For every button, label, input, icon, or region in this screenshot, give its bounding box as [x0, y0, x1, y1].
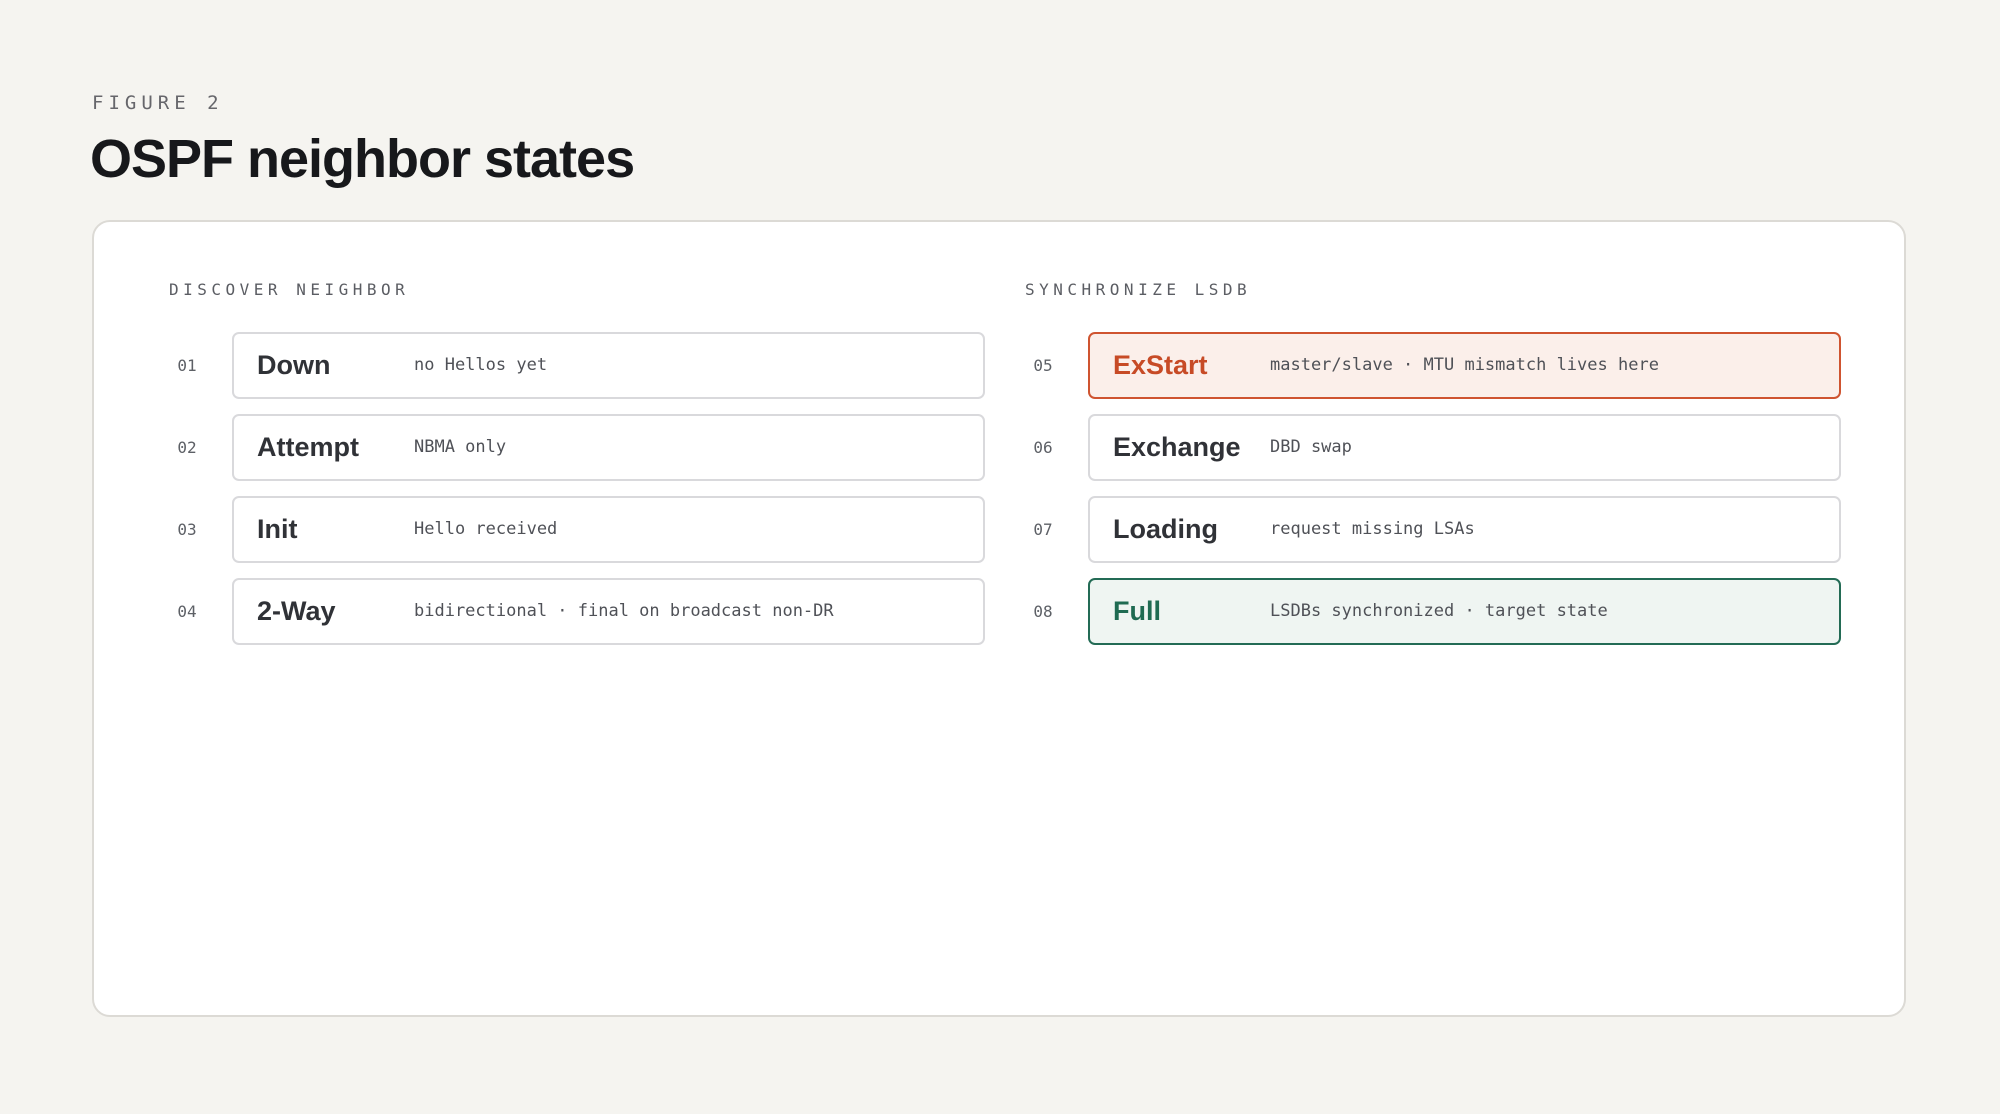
state-name: Exchange — [1113, 432, 1241, 462]
state-description: request missing LSAs — [1270, 519, 1475, 539]
state-box-loading: Loading request missing LSAs — [1088, 496, 1841, 563]
state-row-loading: 07 Loading request missing LSAs — [1025, 496, 1851, 563]
state-row-init: 03 Init Hello received — [169, 496, 995, 563]
state-number: 02 — [177, 438, 197, 457]
state-row-full: 08 Full LSDBs synchronized · target stat… — [1025, 578, 1851, 645]
state-number: 05 — [1033, 356, 1053, 375]
figure-title: OSPF neighbor states — [90, 129, 635, 189]
state-row-exchange: 06 Exchange DBD swap — [1025, 414, 1851, 481]
state-number: 07 — [1033, 520, 1053, 539]
state-number: 01 — [177, 356, 197, 375]
figure-label: FIGURE 2 — [92, 92, 224, 114]
state-row-2-way: 04 2-Way bidirectional · final on broadc… — [169, 578, 995, 645]
state-box-2-way: 2-Way bidirectional · final on broadcast… — [232, 578, 985, 645]
state-box-exchange: Exchange DBD swap — [1088, 414, 1841, 481]
state-box-attempt: Attempt NBMA only — [232, 414, 985, 481]
state-number: 08 — [1033, 602, 1053, 621]
state-box-down: Down no Hellos yet — [232, 332, 985, 399]
state-name: Init — [257, 514, 298, 544]
state-box-init: Init Hello received — [232, 496, 985, 563]
state-row-exstart: 05 ExStart master/slave · MTU mismatch l… — [1025, 332, 1851, 399]
state-box-exstart: ExStart master/slave · MTU mismatch live… — [1088, 332, 1841, 399]
group-heading: SYNCHRONIZE LSDB — [1025, 280, 1252, 299]
state-number: 04 — [177, 602, 197, 621]
state-name: Loading — [1113, 514, 1218, 544]
state-description: DBD swap — [1270, 437, 1352, 457]
state-description: Hello received — [414, 519, 558, 539]
state-description: LSDBs synchronized · target state — [1270, 601, 1608, 621]
group-discover-neighbor: DISCOVER NEIGHBOR 01 Down no Hellos yet … — [169, 280, 995, 660]
state-number: 03 — [177, 520, 197, 539]
group-heading: DISCOVER NEIGHBOR — [169, 280, 410, 299]
state-name: ExStart — [1113, 350, 1208, 380]
state-box-full: Full LSDBs synchronized · target state — [1088, 578, 1841, 645]
state-diagram-card: DISCOVER NEIGHBOR 01 Down no Hellos yet … — [92, 220, 1906, 1017]
state-description: no Hellos yet — [414, 355, 548, 375]
state-description: master/slave · MTU mismatch lives here — [1270, 355, 1659, 375]
state-name: 2-Way — [257, 596, 336, 626]
state-description: NBMA only — [414, 437, 507, 457]
state-row-down: 01 Down no Hellos yet — [169, 332, 995, 399]
group-synchronize-lsdb: SYNCHRONIZE LSDB 05 ExStart master/slave… — [1025, 280, 1851, 660]
state-name: Attempt — [257, 432, 359, 462]
state-name: Full — [1113, 596, 1161, 626]
state-number: 06 — [1033, 438, 1053, 457]
state-name: Down — [257, 350, 331, 380]
state-description: bidirectional · final on broadcast non-D… — [414, 601, 834, 621]
state-row-attempt: 02 Attempt NBMA only — [169, 414, 995, 481]
